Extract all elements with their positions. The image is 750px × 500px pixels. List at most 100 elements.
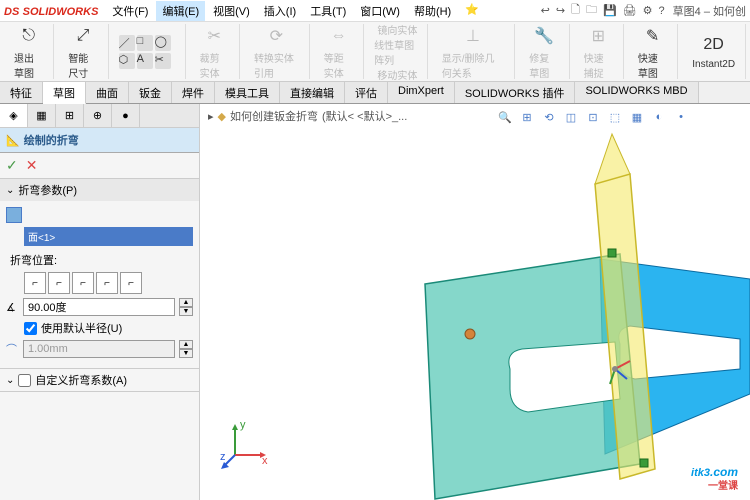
- title-icon[interactable]: ⚙: [643, 4, 653, 17]
- bend-pos-2[interactable]: ⌐: [72, 272, 94, 294]
- watermark: itk3.com 一堂课: [691, 451, 738, 492]
- model-scene[interactable]: [200, 104, 750, 500]
- breadcrumb-icon[interactable]: ▸: [208, 110, 214, 123]
- menu-⭐[interactable]: ⭐: [459, 1, 485, 21]
- document-title: 草图4 – 如何创: [673, 3, 746, 19]
- ribbon-label: 镜向实体: [377, 22, 417, 37]
- sidebar-tab-4[interactable]: ●: [112, 104, 140, 127]
- view-tool[interactable]: ⟲: [540, 108, 558, 126]
- tab-评估[interactable]: 评估: [345, 82, 388, 103]
- tab-SOLIDWORKS 插件[interactable]: SOLIDWORKS 插件: [455, 82, 576, 103]
- tab-曲面[interactable]: 曲面: [86, 82, 129, 103]
- ribbon: ⎋退出草图⤢智能尺寸／□◯⬡A✂✂裁剪实体⟳转换实体引用⇔等距实体镜向实体线性草…: [0, 22, 750, 82]
- view-tool[interactable]: ⊡: [584, 108, 602, 126]
- ribbon-快速草图[interactable]: ✎快速草图: [634, 22, 671, 82]
- view-tool[interactable]: ⬚: [606, 108, 624, 126]
- bend-pos-1[interactable]: ⌐: [48, 272, 70, 294]
- menu-插入(I)[interactable]: 插入(I): [258, 1, 302, 21]
- ribbon-tool[interactable]: □: [137, 35, 153, 51]
- view-tool[interactable]: 🔍: [496, 108, 514, 126]
- title-icon[interactable]: ?: [659, 5, 665, 17]
- menu-视图(V)[interactable]: 视图(V): [207, 1, 256, 21]
- angle-down[interactable]: ▼: [179, 307, 193, 316]
- use-default-radius-checkbox[interactable]: [24, 322, 37, 335]
- sidebar-tab-1[interactable]: ▦: [28, 104, 56, 127]
- title-icon[interactable]: 🗀: [586, 1, 597, 20]
- 裁剪实体-icon: ✂: [202, 24, 226, 48]
- feature-name: 绘制的折弯: [24, 132, 79, 148]
- tab-草图[interactable]: 草图: [43, 82, 86, 104]
- breadcrumb-part[interactable]: 如何创建钣金折弯: [230, 108, 318, 124]
- radius-icon: ⌒: [6, 341, 19, 357]
- radius-input: [23, 340, 175, 358]
- heads-up-toolbar: 🔍⊞⟲◫⊡⬚▦◐•: [496, 108, 690, 126]
- view-tool[interactable]: ⊞: [518, 108, 536, 126]
- svg-text:y: y: [240, 420, 246, 431]
- ribbon-tool[interactable]: ⬡: [119, 53, 135, 69]
- menu-帮助(H)[interactable]: 帮助(H): [408, 1, 457, 21]
- face-selection[interactable]: 面<1>: [24, 227, 193, 246]
- ribbon-Instant2D[interactable]: 2DInstant2D: [688, 31, 739, 72]
- view-tool[interactable]: ▦: [628, 108, 646, 126]
- ok-button[interactable]: ✓: [6, 157, 18, 174]
- title-icon[interactable]: ↪: [556, 4, 565, 17]
- custom-bend-allowance-checkbox[interactable]: [18, 374, 31, 387]
- 等距实体-icon: ⇔: [326, 24, 350, 48]
- view-tool[interactable]: •: [672, 108, 690, 126]
- ribbon-智能尺寸[interactable]: ⤢智能尺寸: [64, 22, 101, 82]
- title-icon[interactable]: 🗋: [571, 1, 580, 20]
- app-logo: DS SOLIDWORKS: [4, 4, 98, 18]
- ribbon-tool[interactable]: ◯: [155, 35, 171, 51]
- title-icon[interactable]: 🖨: [623, 4, 637, 17]
- Instant2D-icon: 2D: [702, 33, 726, 57]
- tab-特征[interactable]: 特征: [0, 82, 43, 103]
- ribbon-退出草图[interactable]: ⎋退出草图: [10, 22, 47, 82]
- bend-position-label: 折弯位置:: [10, 252, 193, 268]
- ribbon-tool[interactable]: ✂: [155, 53, 171, 69]
- tab-钣金[interactable]: 钣金: [129, 82, 172, 103]
- title-icon[interactable]: 💾: [603, 4, 617, 17]
- sidebar-tab-2[interactable]: ⊞: [56, 104, 84, 127]
- face-select-icon[interactable]: [6, 207, 22, 223]
- orientation-triad[interactable]: y x z: [220, 420, 270, 470]
- tab-模具工具[interactable]: 模具工具: [215, 82, 280, 103]
- angle-input[interactable]: [23, 298, 175, 316]
- menu-编辑(E)[interactable]: 编辑(E): [156, 1, 205, 21]
- ribbon-tool[interactable]: A: [137, 53, 153, 69]
- view-tool[interactable]: ◫: [562, 108, 580, 126]
- graphics-viewport[interactable]: ▸ ◆ 如何创建钣金折弯 (默认< <默认>_... 🔍⊞⟲◫⊡⬚▦◐•: [200, 104, 750, 500]
- tab-SOLIDWORKS MBD[interactable]: SOLIDWORKS MBD: [575, 82, 698, 103]
- menu-文件(F)[interactable]: 文件(F): [106, 1, 154, 21]
- custom-bend-allowance-header[interactable]: 自定义折弯系数(A): [0, 369, 199, 391]
- breadcrumb-config: (默认< <默认>_...: [322, 108, 407, 124]
- 快速捕捉-icon: ⊞: [586, 24, 610, 48]
- tab-焊件[interactable]: 焊件: [172, 82, 215, 103]
- bend-pos-4[interactable]: ⌐: [120, 272, 142, 294]
- bend-pos-0[interactable]: ⌐: [24, 272, 46, 294]
- sidebar-tab-0[interactable]: ◈: [0, 104, 28, 127]
- ribbon-快速捕捉: ⊞快速捕捉: [580, 22, 617, 82]
- tab-DimXpert[interactable]: DimXpert: [388, 82, 455, 103]
- main-menu: 文件(F)编辑(E)视图(V)插入(I)工具(T)窗口(W)帮助(H)⭐: [106, 1, 485, 21]
- view-tool[interactable]: ◐: [650, 108, 668, 126]
- title-toolbar: ↩ ↪ 🗋 🗀 💾 🖨 ⚙?: [541, 1, 665, 20]
- 快速草图-icon: ✎: [641, 24, 665, 48]
- ribbon-tool[interactable]: ／: [119, 35, 135, 51]
- title-icon[interactable]: ↩: [541, 4, 550, 17]
- 退出草图-icon: ⎋: [17, 24, 41, 48]
- bend-pos-3[interactable]: ⌐: [96, 272, 118, 294]
- 智能尺寸-icon: ⤢: [71, 24, 95, 48]
- bend-params-header[interactable]: 折弯参数(P): [0, 179, 199, 201]
- sidebar-tab-3[interactable]: ⊕: [84, 104, 112, 127]
- menu-窗口(W)[interactable]: 窗口(W): [354, 1, 406, 21]
- angle-up[interactable]: ▲: [179, 298, 193, 307]
- menu-工具(T)[interactable]: 工具(T): [304, 1, 352, 21]
- cancel-button[interactable]: ✕: [26, 157, 38, 174]
- sidebar-tabs: ◈▦⊞⊕●: [0, 104, 199, 128]
- radius-up: ▲: [179, 340, 193, 349]
- 修复草图-icon: 🔧: [532, 24, 556, 48]
- ribbon-转换实体引用: ⟳转换实体引用: [250, 22, 303, 82]
- tab-直接编辑[interactable]: 直接编辑: [280, 82, 345, 103]
- ribbon-label: 线性草图阵列: [374, 37, 421, 67]
- ribbon-label: 移动实体: [377, 67, 417, 82]
